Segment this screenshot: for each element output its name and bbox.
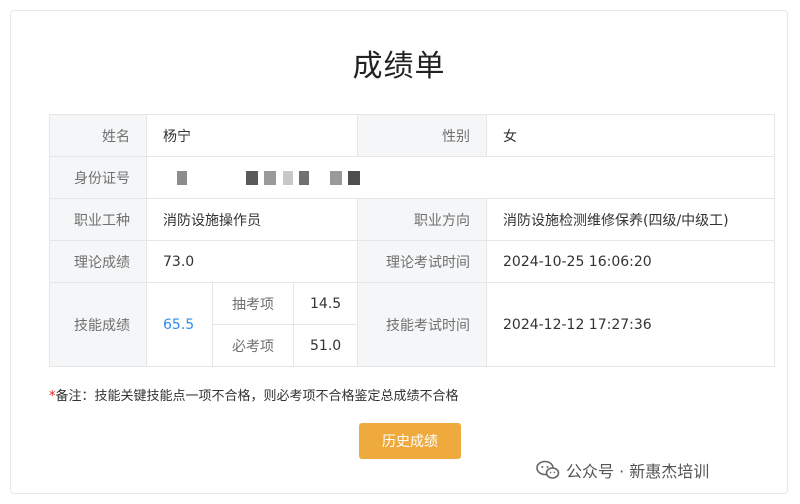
history-scores-button[interactable]: 历史成绩: [359, 423, 461, 459]
redaction-block: [177, 170, 188, 185]
theory-time-value: 2024-10-25 16:06:20: [486, 240, 775, 283]
table-row: 职业工种 消防设施操作员 职业方向 消防设施检测维修保养(四级/中级工): [49, 198, 775, 241]
watermark: 公众号 · 新惠杰培训: [536, 458, 709, 482]
theory-label: 理论成绩: [49, 240, 147, 283]
name-value: 杨宁: [146, 114, 358, 157]
direction-label: 职业方向: [357, 198, 487, 241]
gender-value: 女: [486, 114, 775, 157]
name-label: 姓名: [49, 114, 147, 157]
id-label: 身份证号: [49, 156, 147, 199]
skill-value: 65.5: [146, 282, 213, 367]
table-row: 身份证号: [49, 156, 775, 199]
redaction-block: [264, 170, 277, 185]
theory-time-label: 理论考试时间: [357, 240, 487, 283]
skill-sub1-label: 抽考项: [212, 282, 294, 325]
skill-time-label: 技能考试时间: [357, 282, 487, 367]
redaction-block: [282, 170, 293, 185]
wechat-icon: [536, 460, 560, 479]
occupation-value: 消防设施操作员: [146, 198, 358, 241]
remark-text: 备注：技能关键技能点一项不合格，则必考项不合格鉴定总成绩不合格: [55, 389, 459, 404]
skill-sub1-value: 14.5: [293, 282, 358, 325]
table-row: 姓名 杨宁 性别 女: [49, 114, 775, 157]
table-row: 理论成绩 73.0 理论考试时间 2024-10-25 16:06:20: [49, 240, 775, 283]
direction-value: 消防设施检测维修保养(四级/中级工): [486, 198, 775, 241]
skill-sub2-value: 51.0: [293, 324, 358, 367]
redaction-block: [348, 170, 361, 185]
gender-label: 性别: [357, 114, 487, 157]
table-row: 技能成绩 65.5 抽考项 14.5 技能考试时间 2024-12-12 17:…: [49, 282, 775, 367]
watermark-text: 公众号 · 新惠杰培训: [566, 462, 710, 481]
page-title: 成绩单: [352, 49, 446, 84]
id-value-masked: [146, 156, 775, 199]
remark-note: *备注：技能关键技能点一项不合格，则必考项不合格鉴定总成绩不合格: [49, 385, 459, 404]
theory-value: 73.0: [146, 240, 358, 283]
redaction-block: [299, 170, 310, 185]
skill-time-value: 2024-12-12 17:27:36: [486, 282, 775, 367]
occupation-label: 职业工种: [49, 198, 147, 241]
redaction-block: [329, 170, 342, 185]
skill-sub2-label: 必考项: [212, 324, 294, 367]
redaction-block: [245, 170, 258, 185]
score-card: 成绩单 姓名 杨宁 性别 女 身份证号 职业工种 消防设施操作员 职业方向 消防…: [10, 10, 788, 494]
score-table: 姓名 杨宁 性别 女 身份证号 职业工种 消防设施操作员 职业方向 消防设施检测…: [49, 114, 775, 367]
skill-label: 技能成绩: [49, 282, 147, 367]
